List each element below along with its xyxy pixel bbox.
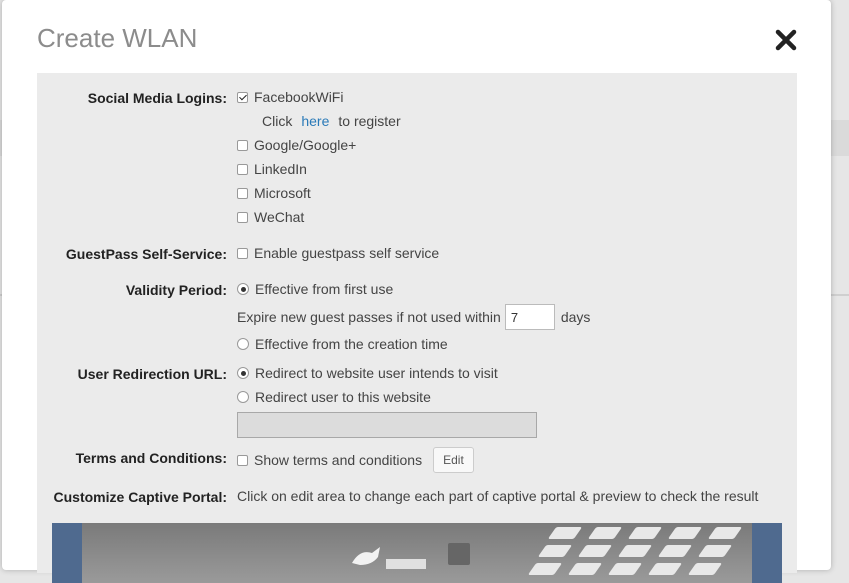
terms-row: Show terms and conditions Edit — [237, 447, 474, 473]
wechat-checkbox[interactable] — [237, 211, 248, 223]
terms-option[interactable]: Show terms and conditions — [237, 452, 422, 468]
portal-logo-icon — [352, 547, 426, 569]
captive-portal-preview[interactable] — [52, 523, 782, 583]
redirect-intended-radio[interactable] — [237, 367, 249, 379]
expire-row: Expire new guest passes if not used with… — [237, 304, 590, 330]
microsoft-checkbox[interactable] — [237, 187, 248, 199]
captive-portal-label: Customize Captive Portal: — [53, 489, 227, 505]
register-link[interactable]: here — [301, 113, 329, 129]
captive-portal-hint: Click on edit area to change each part o… — [237, 488, 759, 504]
portal-edit-icon[interactable] — [448, 543, 470, 565]
validity-creation-radio[interactable] — [237, 338, 249, 350]
terms-checkbox[interactable] — [237, 454, 248, 466]
google-option[interactable]: Google/Google+ — [237, 137, 356, 153]
wlan-form: Social Media Logins: FacebookWiFi Click … — [37, 73, 797, 583]
guestpass-checkbox[interactable] — [237, 247, 248, 259]
expire-days-input[interactable] — [504, 304, 555, 330]
guestpass-option[interactable]: Enable guestpass self service — [237, 245, 439, 261]
portal-background-image[interactable] — [82, 523, 752, 583]
validity-creation-label: Effective from the creation time — [255, 336, 448, 352]
register-prefix: Click — [262, 113, 293, 129]
wechat-option[interactable]: WeChat — [237, 209, 304, 225]
social-media-label: Social Media Logins: — [87, 90, 227, 106]
redirect-url-input[interactable] — [237, 412, 537, 438]
redirect-custom-label: Redirect user to this website — [255, 389, 431, 405]
google-checkbox[interactable] — [237, 139, 248, 151]
terms-option-label: Show terms and conditions — [254, 452, 423, 468]
linkedin-checkbox[interactable] — [237, 163, 248, 175]
register-suffix: to register — [338, 113, 401, 129]
terms-label: Terms and Conditions: — [75, 450, 227, 466]
terms-edit-button[interactable]: Edit — [433, 447, 474, 473]
linkedin-option[interactable]: LinkedIn — [237, 161, 307, 177]
dialog-title: Create WLAN — [37, 23, 198, 53]
guestpass-option-label: Enable guestpass self service — [254, 245, 440, 261]
microsoft-option[interactable]: Microsoft — [237, 185, 311, 201]
microsoft-label: Microsoft — [254, 185, 311, 201]
google-label: Google/Google+ — [254, 137, 357, 153]
facebook-wifi-label: FacebookWiFi — [254, 89, 344, 105]
validity-label: Validity Period: — [125, 282, 227, 298]
facebook-wifi-checkbox[interactable] — [237, 91, 248, 103]
validity-first-use-option[interactable]: Effective from first use — [237, 281, 393, 297]
facebook-wifi-option[interactable]: FacebookWiFi — [237, 89, 343, 105]
register-hint: Click here to register — [262, 113, 401, 129]
expire-prefix: Expire new guest passes if not used with… — [237, 309, 501, 325]
validity-first-use-label: Effective from first use — [255, 281, 394, 297]
linkedin-label: LinkedIn — [254, 161, 307, 177]
create-wlan-dialog: Create WLAN Social Media Logins: Faceboo… — [2, 0, 831, 583]
expire-suffix: days — [560, 309, 591, 325]
validity-creation-option[interactable]: Effective from the creation time — [237, 336, 448, 352]
guestpass-label: GuestPass Self-Service: — [65, 246, 227, 262]
redirection-label: User Redirection URL: — [77, 366, 227, 382]
validity-first-use-radio[interactable] — [237, 283, 249, 295]
redirect-intended-option[interactable]: Redirect to website user intends to visi… — [237, 365, 498, 381]
redirect-custom-option[interactable]: Redirect user to this website — [237, 389, 431, 405]
close-icon[interactable] — [775, 29, 797, 51]
redirect-custom-radio[interactable] — [237, 391, 249, 403]
wechat-label: WeChat — [254, 209, 305, 225]
redirect-intended-label: Redirect to website user intends to visi… — [255, 365, 498, 381]
